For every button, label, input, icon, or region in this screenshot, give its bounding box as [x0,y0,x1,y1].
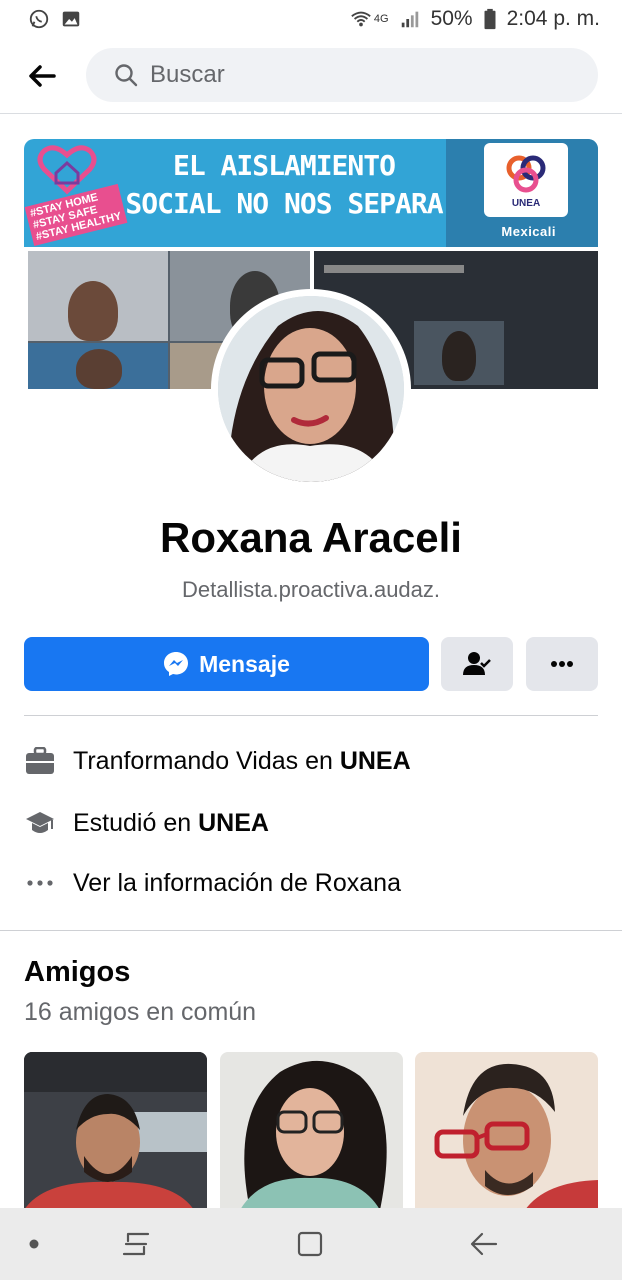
image-icon [62,11,80,27]
dot-icon [29,1239,39,1249]
messenger-icon [164,652,189,676]
section-divider [0,930,622,931]
info-more[interactable]: Ver la información de Roxana [24,863,598,903]
work-prefix: Tranformando Vidas en [73,746,340,775]
unea-logo-icon [506,155,546,192]
study-org[interactable]: UNEA [198,809,269,837]
work-org[interactable]: UNEA [340,747,411,775]
banner-title: EL AISLAMIENTO SOCIAL NO NOS SEPARA [124,147,444,223]
participant [68,281,118,341]
whatsapp-icon [29,9,49,29]
system-nav-bar [0,1208,622,1280]
search-input[interactable]: Buscar [86,48,598,102]
study-prefix: Estudió en [73,808,199,837]
call-tile [414,321,504,385]
recent-apps-icon [122,1232,150,1256]
ellipsis-icon [24,867,56,899]
banner-line-1: EL AISLAMIENTO [172,149,396,182]
status-right: 4G 50% 2:04 p. m. [350,7,600,31]
study-text: Estudió en UNEA [73,809,269,838]
clock: 2:04 p. m. [506,7,600,30]
friend-photo [415,1052,598,1210]
home-icon [297,1231,323,1257]
message-label: Mensaje [199,650,290,677]
network-type: 4G [373,13,389,25]
toolbar-strip [324,265,464,273]
friend-card[interactable] [415,1052,598,1210]
profile-picture[interactable] [211,289,411,489]
call-tile [28,251,168,341]
avatar [218,296,404,482]
status-left [28,8,82,30]
message-button[interactable]: Mensaje [24,637,429,691]
friend-photo [24,1052,207,1210]
logo-city: Mexicali [501,224,556,239]
participant [442,331,476,381]
signal-icon [401,11,418,28]
search-icon [115,64,138,87]
heart-house-icon [37,145,97,195]
status-bar: 4G 50% 2:04 p. m. [0,0,622,38]
friend-card[interactable] [24,1052,207,1210]
back-button[interactable] [0,38,84,114]
wifi-icon [351,11,371,27]
friends-heading[interactable]: Amigos [24,956,130,989]
friend-photo [220,1052,403,1210]
see-about-link[interactable]: Ver la información de Roxana [73,869,401,898]
back-arrow-icon [29,64,56,87]
nav-dot[interactable] [28,1238,40,1250]
more-options-button[interactable] [526,637,598,691]
recent-apps-button[interactable] [118,1228,154,1260]
system-back-button[interactable] [466,1228,502,1260]
friend-status-icon [463,652,491,675]
profile-bio: Detallista.proactiva.audaz. [181,577,441,602]
logo-text: UNEA [511,197,541,209]
home-button[interactable] [292,1228,328,1260]
logo-panel: UNEA Mexicali [446,139,598,247]
battery-percent: 50% [430,7,473,30]
mutual-friends-count: 16 amigos en común [24,998,257,1026]
friend-status-button[interactable] [441,637,513,691]
battery-icon [484,8,496,30]
briefcase-icon [24,745,56,777]
unea-logo: UNEA [484,143,568,217]
search-placeholder: Buscar [150,61,225,88]
system-back-icon [470,1232,498,1256]
avatar-image [218,296,404,482]
profile-name: Roxana Araceli [160,514,462,561]
banner-line-2: SOCIAL NO NOS SEPARA [125,187,443,220]
top-header: Buscar [0,38,622,114]
cover-banner: #STAY HOME #STAY SAFE #STAY HEALTHY EL A… [24,139,598,247]
work-text: Tranformando Vidas en UNEA [73,747,411,776]
divider [24,715,598,716]
friend-card[interactable] [220,1052,403,1210]
info-study: Estudió en UNEA [24,803,598,843]
graduation-cap-icon [24,807,56,839]
participant [76,349,122,389]
info-work: Tranformando Vidas en UNEA [24,741,598,781]
more-options-icon [551,661,573,667]
call-tile [28,343,168,389]
